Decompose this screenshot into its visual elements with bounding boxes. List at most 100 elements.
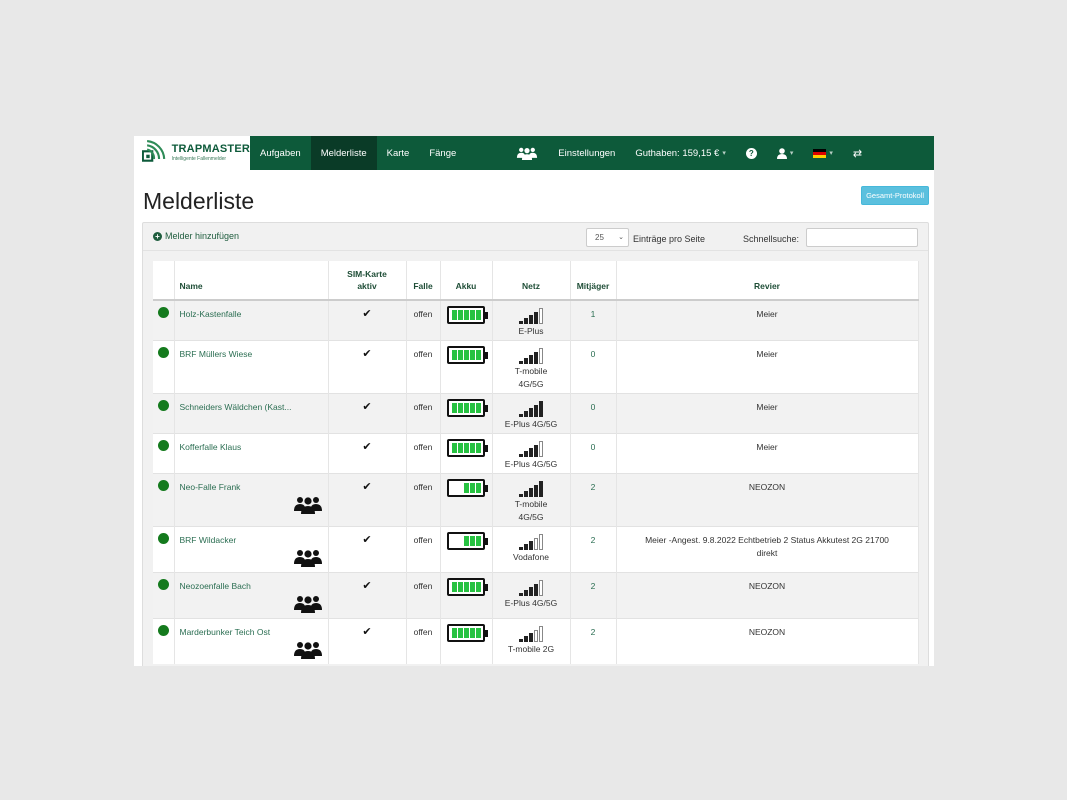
add-melder-link[interactable]: + Melder hinzufügen: [153, 231, 239, 241]
signal-strength-icon: [493, 306, 570, 324]
group-icon[interactable]: [293, 549, 323, 567]
add-melder-label: Melder hinzufügen: [165, 231, 240, 241]
mitjaeger-count[interactable]: 0: [591, 349, 596, 359]
table-row[interactable]: Kofferfalle Klaus ✔ offen E-Plus 4G/5G 0…: [153, 432, 919, 473]
user-icon: [776, 147, 787, 159]
status-online-icon: [157, 624, 169, 636]
battery-icon: [447, 398, 488, 417]
battery-cell: [470, 535, 475, 546]
falle-cell: offen: [406, 339, 441, 393]
melder-name-link[interactable]: Kofferfalle Klaus: [180, 442, 242, 452]
melder-name-link[interactable]: BRF Müllers Wiese: [180, 349, 253, 359]
signal-bar: [524, 318, 528, 324]
nav-language[interactable]: ▾: [803, 136, 843, 170]
mitjaeger-count[interactable]: 2: [591, 627, 596, 637]
signal-bar: [539, 347, 543, 364]
switch-icon: ⇄: [852, 147, 863, 160]
battery-cell: [452, 482, 457, 493]
nav-user[interactable]: ▾: [767, 136, 804, 170]
akku-cell: [440, 617, 493, 664]
status-online-icon: [157, 346, 169, 358]
search-label: Schnellsuche:: [743, 234, 800, 244]
col-sim[interactable]: SIM-Karte aktiv: [328, 261, 407, 301]
table-row[interactable]: BRF Müllers Wiese ✔ offen T-mobile 4G/5G …: [153, 339, 919, 393]
col-netz[interactable]: Netz: [492, 261, 571, 301]
signal-bar: [524, 410, 528, 417]
signal-bar: [519, 546, 523, 550]
network-line1: T-mobile: [514, 365, 548, 376]
help-icon: ?: [745, 147, 757, 159]
mitjaeger-count[interactable]: 0: [591, 442, 596, 452]
nav-aufgaben[interactable]: Aufgaben: [250, 136, 311, 170]
table-row[interactable]: Marderbunker Teich Ost ✔ offen T-mobile …: [153, 617, 919, 664]
page-title: Melderliste: [143, 188, 255, 214]
brand-title: TRAPMASTER: [171, 143, 250, 155]
nav-group[interactable]: [506, 136, 548, 170]
melder-panel: + Melder hinzufügen 25 ⌄ Einträge pro Se…: [142, 222, 929, 666]
network-line2: 4G/5G: [518, 378, 544, 389]
nav-switch[interactable]: ⇄: [843, 136, 872, 170]
mitjaeger-count[interactable]: 1: [591, 309, 596, 319]
signal-bar: [534, 312, 538, 324]
sim-cell: ✔: [328, 339, 407, 393]
nav-einstellungen[interactable]: Einstellungen: [548, 136, 625, 170]
group-icon[interactable]: [293, 641, 323, 659]
signal-bar: [529, 632, 533, 642]
melder-name-link[interactable]: Schneiders Wäldchen (Kast...: [180, 402, 292, 412]
check-icon: ✔: [362, 625, 372, 638]
akku-cell: [440, 299, 493, 340]
col-mitjaeger[interactable]: Mitjäger: [570, 261, 617, 301]
battery-cell: [476, 627, 481, 638]
nav-help[interactable]: ?: [736, 136, 767, 170]
battery-cell: [476, 402, 481, 413]
table-row[interactable]: Schneiders Wäldchen (Kast... ✔ offen E-P…: [153, 392, 919, 433]
signal-bar: [529, 407, 533, 417]
table-row[interactable]: Neozoenfalle Bach ✔ offen E-Plus 4G/5G 2…: [153, 571, 919, 618]
gesamt-protokoll-button[interactable]: Gesamt-Protokoll: [861, 186, 929, 205]
caret-down-icon: ▾: [829, 150, 833, 157]
battery-icon: [447, 478, 488, 497]
nav-melderliste[interactable]: Melderliste: [310, 136, 377, 170]
page-size-select[interactable]: 25 ⌄: [586, 228, 629, 247]
signal-bar: [539, 400, 543, 417]
logo[interactable]: TRAPMASTER Intelligente Fallenmelder: [134, 136, 250, 170]
col-name[interactable]: Name: [174, 261, 329, 301]
col-akku[interactable]: Akku: [440, 261, 493, 301]
nav-guthaben[interactable]: Guthaben: 159,15 € ▾: [625, 136, 736, 170]
group-icon[interactable]: [293, 595, 323, 613]
falle-cell: offen: [406, 472, 441, 526]
signal-bar: [539, 480, 543, 497]
melder-name-link[interactable]: BRF Wildacker: [180, 535, 237, 545]
status-online-icon: [157, 399, 169, 411]
signal-bar: [529, 586, 533, 596]
check-icon: ✔: [362, 480, 372, 493]
melder-name-link[interactable]: Holz-Kastenfalle: [180, 309, 242, 319]
mitjaeger-count[interactable]: 0: [591, 402, 596, 412]
check-icon: ✔: [362, 400, 372, 413]
signal-bar: [519, 360, 523, 364]
col-falle[interactable]: Falle: [406, 261, 441, 301]
mitjaeger-count[interactable]: 2: [591, 535, 596, 545]
table-row[interactable]: BRF Wildacker ✔ offen Vodafone 2 Meier -…: [153, 525, 919, 572]
search-input[interactable]: [806, 228, 918, 247]
revier-cell: Meier -Angest. 9.8.2022 Echtbetrieb 2 St…: [616, 525, 919, 572]
mitjaeger-count[interactable]: 2: [591, 581, 596, 591]
signal-bar: [524, 589, 528, 596]
sim-cell: ✔: [328, 617, 407, 664]
table-row[interactable]: Neo-Falle Frank ✔ offen T-mobile 4G/5G 2 …: [153, 472, 919, 526]
table-row[interactable]: Holz-Kastenfalle ✔ offen E-Plus 1 Meier: [153, 299, 919, 340]
group-icon[interactable]: [293, 496, 323, 514]
battery-cell: [476, 442, 481, 453]
sim-cell: ✔: [328, 525, 407, 572]
flag-de-icon: [813, 148, 827, 158]
melder-name-link[interactable]: Neo-Falle Frank: [180, 482, 241, 492]
melder-name-link[interactable]: Marderbunker Teich Ost: [180, 627, 271, 637]
table-header-row: Name SIM-Karte aktiv Falle Akku Netz Mitj…: [153, 261, 919, 301]
nav-faenge[interactable]: Fänge: [419, 136, 466, 170]
netz-cell: E-Plus 4G/5G: [492, 392, 571, 433]
melder-name-link[interactable]: Neozoenfalle Bach: [180, 581, 251, 591]
col-revier[interactable]: Revier: [616, 261, 919, 301]
nav-karte[interactable]: Karte: [377, 136, 420, 170]
signal-bar: [539, 533, 543, 550]
mitjaeger-count[interactable]: 2: [591, 482, 596, 492]
